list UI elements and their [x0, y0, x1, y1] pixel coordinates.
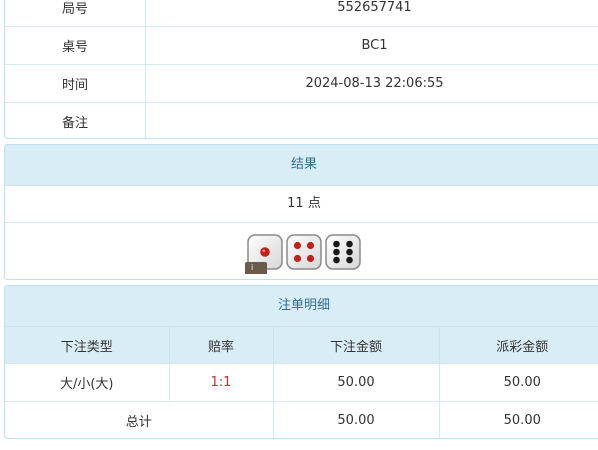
- remark-value: [145, 102, 598, 138]
- bet-detail-header-row: 下注类型 赔率 下注金额 派彩金额: [5, 327, 598, 364]
- payout-cell: 50.00: [439, 363, 598, 402]
- time-value: 2024-08-13 22:06:55: [145, 64, 598, 103]
- dice-row: i: [5, 223, 598, 279]
- die-4-icon: [286, 234, 322, 270]
- table-row: 大/小(大) 1:1 50.00 50.00: [5, 363, 598, 402]
- table-no-value: BC1: [145, 26, 598, 65]
- die-1-icon: i: [245, 234, 283, 274]
- table-no-label: 桌号: [5, 26, 146, 65]
- info-row-time: 时间 2024-08-13 22:06:55: [5, 64, 598, 103]
- round-info-panel: 局号 552657741 桌号 BC1 时间 2024-08-13 22:06:…: [4, 0, 598, 139]
- bet-type-cell: 大/小(大): [5, 363, 170, 402]
- remark-label: 备注: [5, 102, 146, 138]
- die-6-icon: [325, 234, 361, 270]
- bet-detail-table: 下注类型 赔率 下注金额 派彩金额 大/小(大) 1:1 50.00 50.00…: [5, 327, 598, 438]
- total-label: 总计: [5, 401, 274, 438]
- info-row-table: 桌号 BC1: [5, 26, 598, 65]
- result-title: 结果: [5, 145, 598, 186]
- result-points: 11 点: [5, 186, 598, 223]
- info-row-round: 局号 552657741: [5, 0, 598, 27]
- time-label: 时间: [5, 64, 146, 103]
- result-panel: 结果 11 点 i: [4, 144, 598, 280]
- total-row: 总计 50.00 50.00: [5, 401, 598, 438]
- round-no-value: 552657741: [337, 0, 412, 15]
- col-header-odds: 赔率: [169, 327, 274, 364]
- info-row-remark: 备注: [5, 102, 598, 138]
- round-no-label: 局号: [5, 0, 146, 27]
- round-info-table: 局号 552657741 桌号 BC1 时间 2024-08-13 22:06:…: [5, 0, 598, 138]
- odds-cell: 1:1: [169, 363, 274, 402]
- total-payout: 50.00: [439, 401, 598, 438]
- bet-amount-cell: 50.00: [273, 363, 440, 402]
- bet-detail-panel: 注单明细 下注类型 赔率 下注金额 派彩金额 大/小(大) 1:1 50.00 …: [4, 285, 598, 439]
- col-header-bet-amount: 下注金额: [273, 327, 440, 364]
- bet-detail-title: 注单明细: [5, 286, 598, 327]
- total-bet-amount: 50.00: [273, 401, 440, 438]
- info-badge-icon[interactable]: i: [245, 262, 267, 274]
- col-header-payout: 派彩金额: [439, 327, 598, 364]
- col-header-bet-type: 下注类型: [5, 327, 170, 364]
